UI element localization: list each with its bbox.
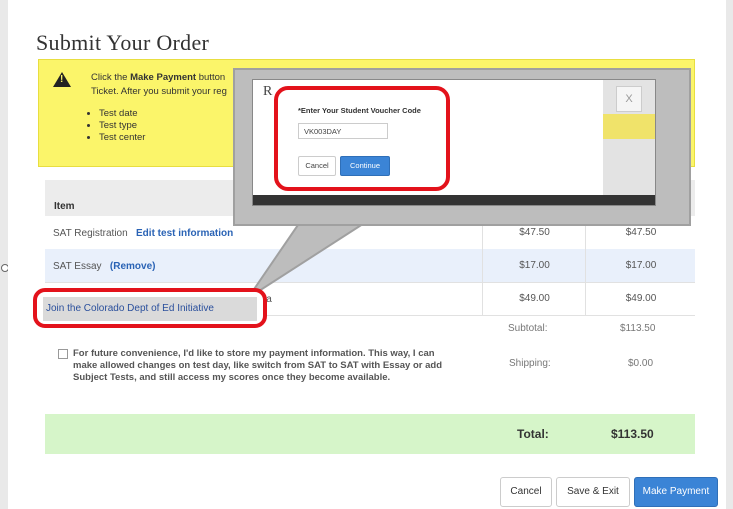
- edit-test-info-link[interactable]: Edit test information: [136, 228, 233, 239]
- list-item: Test type: [99, 120, 145, 132]
- dialog-notice-strip: [603, 114, 655, 139]
- dialog-bottom-bar: [253, 195, 655, 205]
- total-value: $113.50: [611, 427, 654, 441]
- column-header-item: Item: [54, 201, 75, 212]
- page-title: Submit Your Order: [36, 30, 210, 55]
- notice-line-2: Ticket. After you submit your reg: [91, 86, 227, 97]
- join-initiative-link[interactable]: Join the Colorado Dept of Ed Initiative: [43, 297, 257, 321]
- warning-icon: [53, 72, 71, 87]
- row-label: SAT Essay (Remove): [53, 261, 156, 272]
- row-label: SAT Registration Edit test information: [53, 228, 234, 239]
- voucher-continue-button[interactable]: Continue: [340, 156, 390, 176]
- join-initiative-highlight: Join the Colorado Dept of Ed Initiative: [33, 288, 267, 328]
- voucher-code-input[interactable]: VK003DAY: [298, 123, 388, 139]
- dialog-title-fragment: R: [263, 84, 273, 99]
- shipping-value: $0.00: [628, 358, 654, 369]
- cancel-button[interactable]: Cancel: [500, 477, 552, 507]
- store-payment-checkbox[interactable]: [58, 349, 68, 359]
- remove-essay-link[interactable]: (Remove): [110, 261, 156, 272]
- store-payment-text: For future convenience, I'd like to stor…: [73, 348, 443, 383]
- row-price: $49.00: [482, 282, 586, 315]
- voucher-highlight: *Enter Your Student Voucher Code VK003DA…: [274, 86, 450, 191]
- voucher-label: *Enter Your Student Voucher Code: [298, 106, 421, 115]
- total-bar: Total: $113.50: [45, 414, 695, 454]
- row-total: $49.00: [585, 282, 696, 315]
- list-item: Test date: [99, 108, 145, 120]
- save-exit-button[interactable]: Save & Exit: [556, 477, 630, 507]
- subtotal-value: $113.50: [620, 323, 656, 334]
- notice-line-1: Click the Make Payment button: [91, 72, 226, 83]
- total-label: Total:: [517, 427, 549, 441]
- shipping-label: Shipping:: [509, 358, 551, 369]
- row-total: $17.00: [585, 249, 696, 282]
- table-row: SAT Essay (Remove) $17.00 $17.00: [45, 249, 695, 283]
- store-payment-option: For future convenience, I'd like to stor…: [58, 348, 458, 384]
- subtotal-label: Subtotal:: [508, 323, 548, 334]
- notice-bullets: Test date Test type Test center: [87, 108, 145, 144]
- voucher-cancel-button[interactable]: Cancel: [298, 156, 336, 176]
- make-payment-button[interactable]: Make Payment: [634, 477, 718, 507]
- close-icon[interactable]: X: [616, 86, 642, 112]
- row-price: $17.00: [482, 249, 586, 282]
- list-item: Test center: [99, 132, 145, 144]
